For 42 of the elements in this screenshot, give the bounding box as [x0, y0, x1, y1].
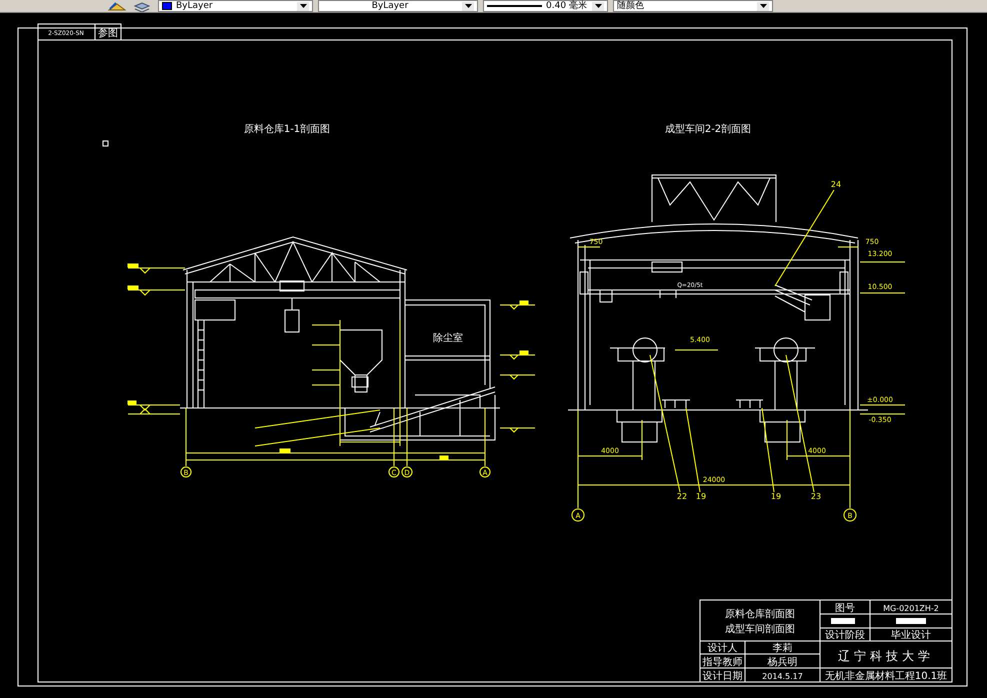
caret-icon [592, 2, 604, 10]
tag-label: 参图 [98, 28, 118, 39]
callout-number: 19 [770, 492, 782, 501]
callout-number: 19 [696, 492, 706, 501]
school-name: 辽宁科技大学 [838, 649, 934, 663]
drawing-name: 成型车间剖面图 [725, 624, 795, 635]
field-label: 设计日期 [702, 671, 742, 682]
field-label: 设计人 [708, 643, 738, 654]
field-value: MG-0201ZH-2 [883, 604, 939, 613]
lineweight-icon [487, 5, 542, 7]
field-value: 毕业设计 [891, 630, 931, 641]
dropdown-value: 0.40 毫米 [546, 1, 588, 11]
callout-number: 24 [830, 180, 842, 189]
field-value: 2014.5.17 [762, 672, 803, 681]
blank-field [896, 618, 926, 624]
property-dropdown[interactable]: 随颜色 [613, 0, 773, 12]
field-label: 图号 [835, 603, 855, 614]
callout-number: 22 [676, 492, 688, 501]
caret-icon [462, 2, 474, 10]
property-dropdown[interactable]: 0.40 毫米 [483, 0, 608, 12]
dropdown-value: 随颜色 [617, 1, 645, 11]
section-title: 原料仓库1-1剖面图 [244, 124, 330, 135]
dropdown-value: ByLayer [370, 1, 410, 11]
dropdown-value: ByLayer [176, 1, 214, 11]
grip-square-icon[interactable] [102, 140, 108, 146]
callout-number: 23 [810, 492, 822, 501]
tag-cell [94, 24, 122, 40]
color-swatch-icon [162, 2, 172, 10]
property-dropdown[interactable]: ByLayer [158, 0, 313, 12]
blank-field [831, 618, 855, 624]
section-title: 成型车间2-2剖面图 [664, 124, 752, 135]
room-label: 除尘室 [433, 333, 463, 344]
property-dropdown[interactable]: ByLayer [318, 0, 478, 12]
field-label: 指导教师 [702, 657, 742, 668]
field-value: 杨兵明 [768, 657, 798, 668]
field-value: 李莉 [772, 643, 792, 654]
field-label: 设计阶段 [825, 630, 865, 641]
drawing-name: 原料仓库剖面图 [725, 609, 795, 620]
caret-icon [757, 2, 769, 10]
class-name: 无机非金属材料工程10.1班 [824, 671, 948, 682]
caret-icon [297, 2, 309, 10]
tag-cell [38, 24, 96, 40]
